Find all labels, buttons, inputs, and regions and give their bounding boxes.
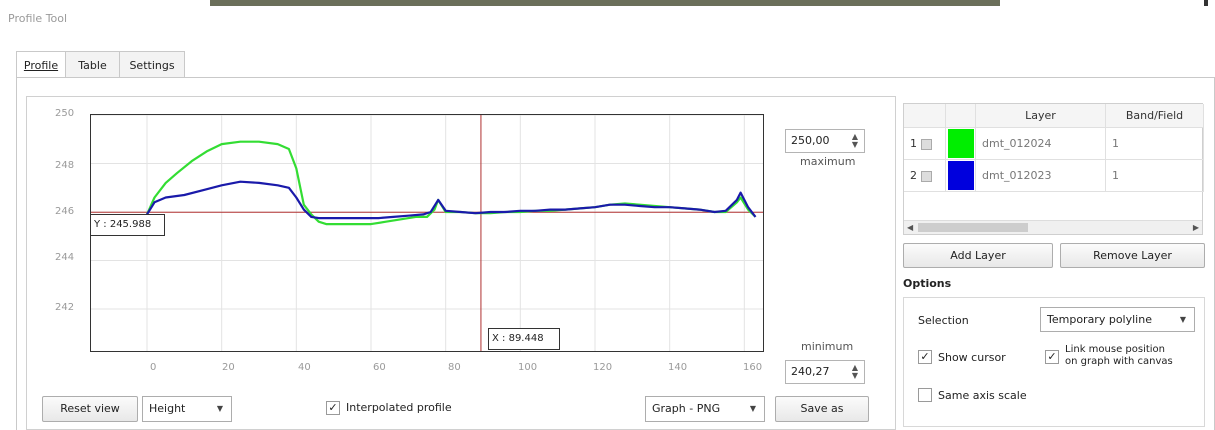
layer-color-cell[interactable] — [946, 160, 976, 192]
table-header-layer[interactable]: Layer — [976, 104, 1106, 128]
layer-name-cell[interactable]: dmt_012023 — [976, 160, 1106, 192]
x-tick-label: 40 — [298, 362, 311, 373]
map-canvas-strip-end — [1204, 0, 1208, 6]
y-tick-label: 246 — [55, 206, 75, 217]
band-cell[interactable]: 1 — [1106, 128, 1204, 160]
interpolated-checkbox[interactable]: ✓ — [326, 401, 340, 415]
row-checkbox[interactable] — [921, 171, 932, 182]
x-tick-label: 160 — [743, 362, 763, 373]
table-header-corner — [904, 104, 946, 128]
chevron-down-icon: ▼ — [749, 404, 756, 413]
save-as-button[interactable]: Save as — [775, 396, 869, 422]
maximum-label: maximum — [800, 155, 856, 168]
y-tick-label: 242 — [55, 302, 75, 313]
tab-table[interactable]: Table — [65, 51, 120, 78]
x-tick-label: 0 — [150, 362, 157, 373]
spin-arrows-icon[interactable]: ▲ ▼ — [852, 133, 858, 149]
x-tick-label: 80 — [448, 362, 461, 373]
minimum-spinbox[interactable]: 240,27 ▲ ▼ — [785, 360, 865, 384]
link-mouse-checkbox[interactable]: ✓ — [1045, 350, 1059, 364]
selection-label: Selection — [918, 314, 969, 327]
x-tick-label: 140 — [668, 362, 688, 373]
table-horizontal-scrollbar[interactable]: ◀ ▶ — [904, 220, 1202, 234]
band-cell[interactable]: 1 — [1106, 160, 1204, 192]
same-axis-label: Same axis scale — [938, 389, 1027, 402]
height-combo[interactable]: Height ▼ — [142, 396, 232, 422]
minimum-label: minimum — [801, 340, 854, 353]
layer-color-swatch — [948, 161, 974, 190]
show-cursor-checkbox[interactable]: ✓ — [918, 350, 932, 364]
interpolated-label: Interpolated profile — [346, 401, 452, 414]
table-row[interactable]: 2 — [904, 160, 946, 192]
y-tick-label: 244 — [55, 252, 75, 263]
link-mouse-label: Link mouse position on graph with canvas — [1065, 344, 1173, 367]
cursor-x-readout: X : 89.448 — [488, 328, 560, 350]
row-checkbox[interactable] — [921, 139, 932, 150]
scroll-left-icon[interactable]: ◀ — [907, 221, 913, 235]
show-cursor-label: Show cursor — [938, 351, 1006, 364]
y-tick-label: 248 — [55, 160, 75, 171]
layer-name-cell[interactable]: dmt_012024 — [976, 128, 1106, 160]
table-header-band[interactable]: Band/Field — [1106, 104, 1204, 128]
map-canvas-strip — [210, 0, 1000, 6]
tab-profile[interactable]: Profile — [16, 51, 66, 79]
options-title: Options — [903, 277, 952, 290]
cursor-y-readout: Y : 245.988 — [90, 214, 165, 236]
layer-color-cell[interactable] — [946, 128, 976, 160]
y-tick-label: 250 — [55, 108, 75, 119]
maximum-spinbox[interactable]: 250,00 ▲ ▼ — [785, 129, 865, 153]
remove-layer-button[interactable]: Remove Layer — [1060, 243, 1205, 268]
reset-view-button[interactable]: Reset view — [42, 396, 138, 422]
tab-settings[interactable]: Settings — [119, 51, 185, 78]
x-tick-label: 120 — [593, 362, 613, 373]
selection-combo[interactable]: Temporary polyline ▼ — [1040, 307, 1195, 332]
same-axis-checkbox[interactable] — [918, 388, 932, 402]
table-header-color — [946, 104, 976, 128]
scroll-right-icon[interactable]: ▶ — [1193, 221, 1199, 235]
layer-color-swatch — [948, 129, 974, 158]
chevron-down-icon: ▼ — [1179, 315, 1186, 324]
scrollbar-thumb[interactable] — [918, 223, 1028, 232]
export-format-combo[interactable]: Graph - PNG ▼ — [645, 396, 765, 422]
x-tick-label: 60 — [373, 362, 386, 373]
spin-arrows-icon[interactable]: ▲ ▼ — [852, 364, 858, 380]
add-layer-button[interactable]: Add Layer — [903, 243, 1053, 268]
chevron-down-icon: ▼ — [216, 404, 223, 413]
x-tick-label: 100 — [518, 362, 538, 373]
table-row[interactable]: 1 — [904, 128, 946, 160]
profile-chart[interactable] — [91, 115, 763, 351]
layers-table[interactable]: Layer Band/Field 1 dmt_012024 1 2 dmt_01… — [903, 103, 1204, 235]
profile-plot[interactable] — [90, 114, 764, 352]
x-tick-label: 20 — [222, 362, 235, 373]
window-title: Profile Tool — [8, 12, 68, 25]
